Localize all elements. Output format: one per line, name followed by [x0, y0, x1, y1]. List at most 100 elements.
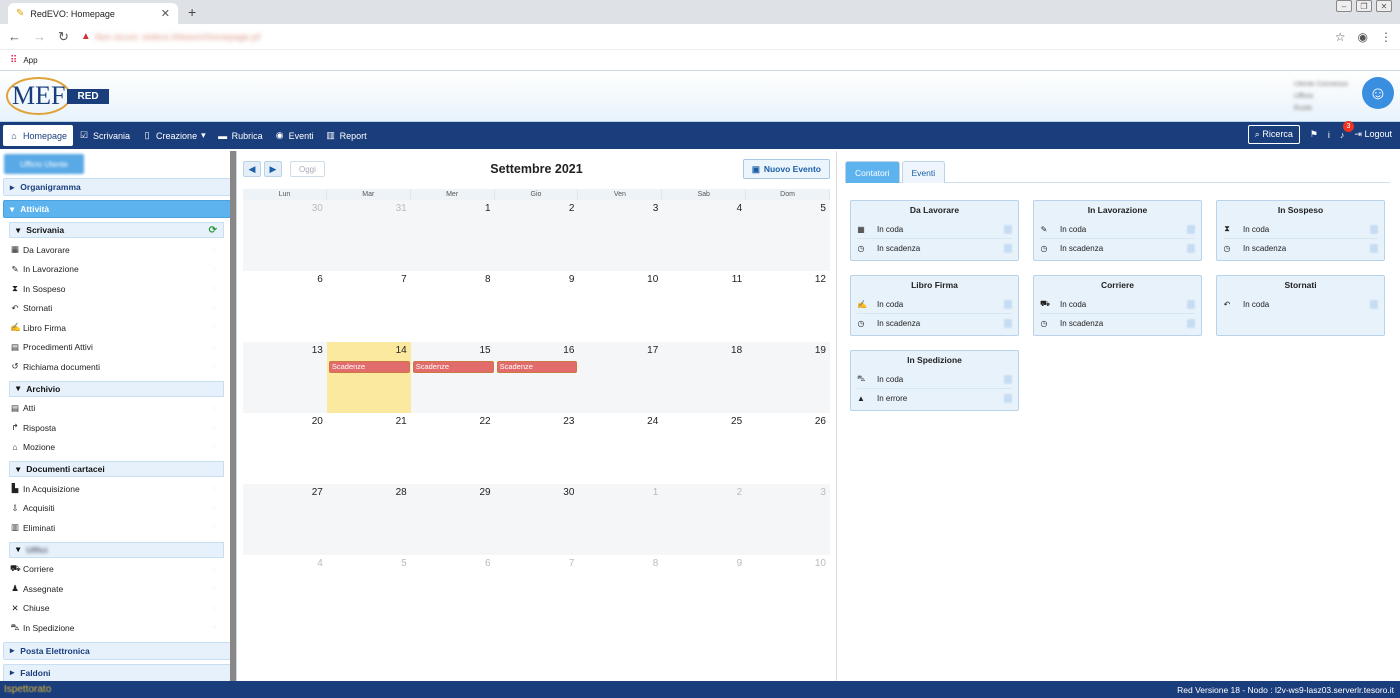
nav-scrivania[interactable]: ☑ Scrivania: [73, 125, 136, 146]
profile-icon[interactable]: ◉: [1358, 30, 1368, 44]
subsection-scrivania[interactable]: ▾ Scrivania ⟳: [9, 222, 224, 238]
counter-row[interactable]: ◷ In scadenza: [857, 239, 1012, 258]
subsection-uffici[interactable]: ▾ Uffici: [9, 541, 224, 558]
calendar-day[interactable]: 22: [411, 413, 495, 484]
refresh-icon[interactable]: ⟳: [209, 225, 217, 236]
back-icon[interactable]: ←: [8, 29, 21, 44]
sidebar-item[interactable]: ✕ Chiuse ·: [0, 599, 236, 619]
bell-icon[interactable]: ♪ 3: [1340, 120, 1354, 140]
event-scadenze[interactable]: Scadenze: [328, 361, 410, 373]
counter-row[interactable]: ◷ In scadenza: [1040, 239, 1195, 258]
counter-row[interactable]: ◷ In scadenza: [857, 314, 1012, 333]
sidebar-item[interactable]: ↱ Risposta ·: [0, 418, 236, 438]
maximize-button[interactable]: ❐: [1356, 0, 1372, 12]
avatar[interactable]: ☺: [1362, 77, 1394, 109]
forward-icon[interactable]: →: [33, 29, 46, 44]
sidebar-item[interactable]: ▦ Da Lavorare ·: [0, 240, 236, 260]
url-field[interactable]: ▲ Non sicuro redevo.it/tesoro/homepage.j…: [81, 27, 1323, 47]
sidebar-item[interactable]: ✍ Libro Firma ·: [0, 318, 236, 338]
new-event-button[interactable]: ▣ Nuovo Evento: [742, 159, 830, 179]
calendar-day[interactable]: 19: [746, 342, 830, 413]
tab-contatori[interactable]: Contatori: [845, 161, 900, 183]
calendar-day[interactable]: 13: [243, 342, 327, 413]
counter-card[interactable]: Da Lavorare ▦ In coda ◷ In scadenza: [850, 200, 1019, 261]
calendar-day[interactable]: 21: [327, 413, 411, 484]
calendar-day[interactable]: 8: [578, 555, 662, 626]
counter-row[interactable]: ▲ In errore: [857, 389, 1012, 408]
apps-grid-icon[interactable]: ⠿: [10, 55, 17, 66]
calendar-day[interactable]: 2: [495, 200, 579, 271]
counter-row[interactable]: ✍ In coda: [857, 295, 1012, 314]
subsection-archivio[interactable]: ▾ Archivio: [9, 380, 224, 397]
calendar-day[interactable]: 16 Scadenze: [495, 342, 579, 413]
counter-row[interactable]: ◷ In scadenza: [1223, 239, 1378, 258]
nav-creazione[interactable]: ▯ Creazione ▾: [136, 125, 212, 146]
calendar-day[interactable]: 8: [411, 271, 495, 342]
calendar-day[interactable]: 5: [327, 555, 411, 626]
calendar-day[interactable]: 5: [746, 200, 830, 271]
calendar-day[interactable]: 25: [662, 413, 746, 484]
event-scadenze[interactable]: Scadenze: [496, 361, 578, 373]
section-posta[interactable]: ▸ Posta Elettronica: [3, 641, 231, 660]
new-tab-button[interactable]: +: [188, 4, 196, 20]
sidebar-scrollbar[interactable]: [230, 151, 236, 681]
calendar-day[interactable]: 23: [495, 413, 579, 484]
counter-card[interactable]: Libro Firma ✍ In coda ◷ In scadenza: [850, 275, 1019, 336]
calendar-day[interactable]: 24: [578, 413, 662, 484]
counter-row[interactable]: ◷ In scadenza: [1040, 314, 1195, 333]
calendar-day[interactable]: 11: [662, 271, 746, 342]
calendar-day[interactable]: 1: [578, 484, 662, 555]
calendar-day[interactable]: 1: [411, 200, 495, 271]
calendar-day[interactable]: 4: [662, 200, 746, 271]
counter-row[interactable]: ⛍ In coda: [857, 370, 1012, 389]
calendar-day[interactable]: 12: [746, 271, 830, 342]
browser-tab[interactable]: ✎ RedEVO: Homepage ✕: [8, 3, 178, 24]
prev-month-button[interactable]: ◀: [243, 161, 261, 177]
calendar-day[interactable]: 30: [243, 200, 327, 271]
calendar-day[interactable]: 10: [746, 555, 830, 626]
calendar-day[interactable]: 9: [662, 555, 746, 626]
calendar-day[interactable]: 6: [411, 555, 495, 626]
section-attivita[interactable]: ▾ Attività: [3, 200, 231, 218]
calendar-day[interactable]: 26: [746, 413, 830, 484]
calendar-day[interactable]: 7: [495, 555, 579, 626]
sidebar-item[interactable]: ⛍ In Spedizione ·: [0, 618, 236, 638]
sidebar-item[interactable]: ↺ Richiama documenti ·: [0, 357, 236, 377]
close-tab-icon[interactable]: ✕: [161, 7, 170, 20]
sidebar-item[interactable]: ⇩ Acquisiti ·: [0, 499, 236, 519]
star-icon[interactable]: ☆: [1335, 30, 1346, 44]
nav-report[interactable]: ▥ Report: [320, 125, 373, 146]
apps-link[interactable]: App: [23, 56, 37, 65]
bookmark-icon[interactable]: ⚑: [1310, 129, 1318, 140]
nav-homepage[interactable]: ⌂ Homepage: [3, 125, 74, 146]
calendar-day[interactable]: 28: [327, 484, 411, 555]
counter-row[interactable]: ✎ In coda: [1040, 220, 1195, 239]
calendar-day[interactable]: 3: [578, 200, 662, 271]
sidebar-item[interactable]: ✎ In Lavorazione ·: [0, 260, 236, 280]
counter-row[interactable]: ↶ In coda: [1223, 295, 1378, 314]
user-office-button[interactable]: Ufficio Utente: [4, 154, 84, 174]
calendar-day[interactable]: 7: [327, 271, 411, 342]
counter-row[interactable]: ⛟ In coda: [1040, 295, 1195, 314]
counter-card[interactable]: In Lavorazione ✎ In coda ◷ In scadenza: [1033, 200, 1202, 261]
event-scadenze[interactable]: Scadenze: [412, 361, 494, 373]
calendar-day[interactable]: 29: [411, 484, 495, 555]
calendar-day[interactable]: 10: [578, 271, 662, 342]
menu-icon[interactable]: ⋮: [1380, 30, 1392, 44]
calendar-day[interactable]: 18: [662, 342, 746, 413]
nav-rubrica[interactable]: ▬ Rubrica: [212, 125, 269, 146]
calendar-day[interactable]: 9: [495, 271, 579, 342]
logout-button[interactable]: ⇥ Logout: [1354, 129, 1392, 140]
calendar-day[interactable]: 31: [327, 200, 411, 271]
sidebar-item[interactable]: ▙ In Acquisizione ·: [0, 479, 236, 499]
calendar-day[interactable]: 30: [495, 484, 579, 555]
calendar-day[interactable]: 20: [243, 413, 327, 484]
calendar-day[interactable]: 15 Scadenze: [411, 342, 495, 413]
sidebar-item[interactable]: ⌂ Mozione ·: [0, 438, 236, 458]
counter-card[interactable]: Corriere ⛟ In coda ◷ In scadenza: [1033, 275, 1202, 336]
calendar-day[interactable]: 17: [578, 342, 662, 413]
section-organigramma[interactable]: ▸ Organigramma: [3, 178, 231, 196]
reload-icon[interactable]: ↻: [58, 29, 69, 45]
calendar-day[interactable]: 27: [243, 484, 327, 555]
calendar-day[interactable]: 3: [746, 484, 830, 555]
